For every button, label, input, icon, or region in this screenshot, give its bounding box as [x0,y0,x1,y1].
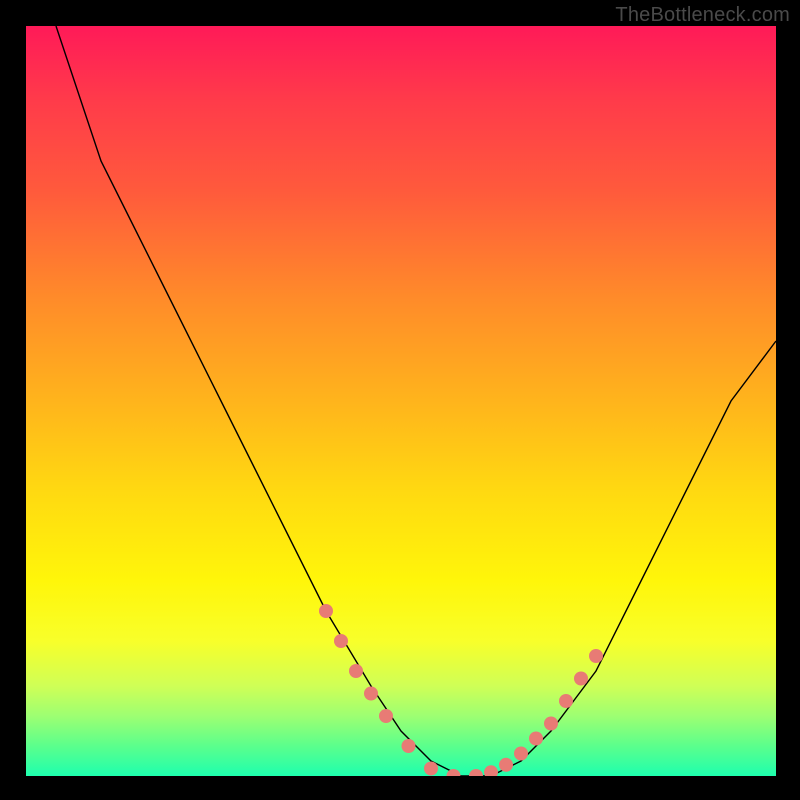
highlight-dot [529,732,543,746]
highlight-dot [334,634,348,648]
highlight-dot [559,694,573,708]
plot-area [26,26,776,776]
highlight-dot [424,762,438,776]
curve-svg [26,26,776,776]
highlight-dot [544,717,558,731]
highlight-dot [349,664,363,678]
highlight-dot [402,739,416,753]
highlight-dot [574,672,588,686]
highlight-dot [514,747,528,761]
highlight-dot [589,649,603,663]
bottleneck-curve [56,26,776,776]
watermark-text: TheBottleneck.com [615,4,790,27]
highlight-dot [499,758,513,772]
highlight-dot [469,769,483,776]
highlight-dots-group [319,604,603,776]
highlight-dot [364,687,378,701]
chart-frame: TheBottleneck.com [0,0,800,800]
highlight-dot [319,604,333,618]
highlight-dot [379,709,393,723]
highlight-dot [484,765,498,776]
